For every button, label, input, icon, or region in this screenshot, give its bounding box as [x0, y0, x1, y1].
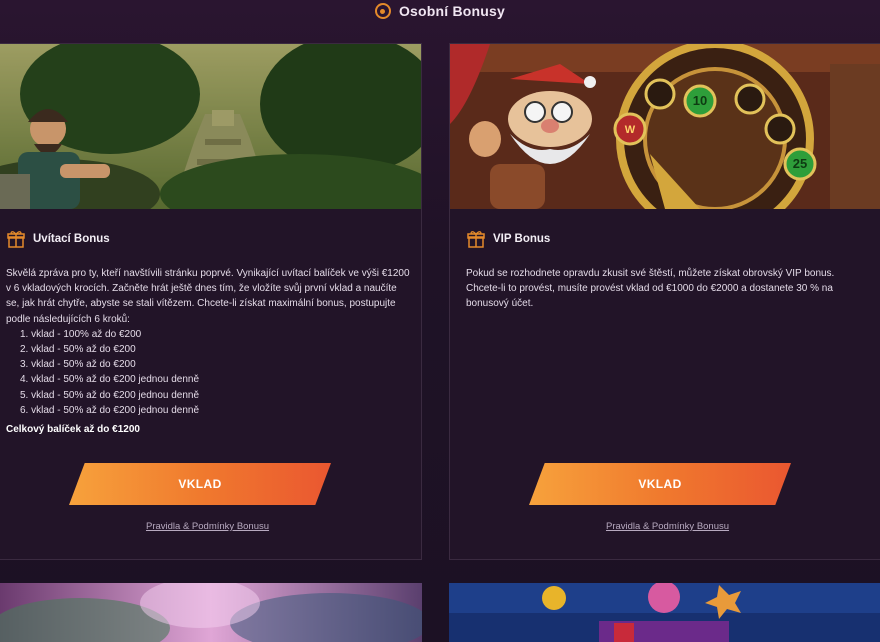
deposit-step: 5. vklad - 50% až do €200 jednou denně: [20, 389, 200, 401]
welcome-bonus-heading: Uvítací Bonus: [7, 230, 110, 248]
bonus-card-preview: [0, 583, 422, 642]
deposit-step: 3. vklad - 50% až do €200: [20, 359, 136, 371]
welcome-bonus-terms-link[interactable]: Pravidla & Podmínky Bonusu: [146, 521, 269, 532]
deposit-step: 1. vklad - 100% až do €200: [20, 328, 142, 340]
welcome-bonus-title: Uvítací Bonus: [33, 233, 110, 245]
welcome-bonus-total: Celkový balíček až do €1200: [6, 424, 140, 436]
vip-bonus-heading: VIP Bonus: [467, 230, 550, 248]
vip-bonus-deposit-button[interactable]: VKLAD: [529, 463, 791, 505]
deposit-step: 2. vklad - 50% až do €200: [20, 344, 136, 356]
vip-bonus-intro: Pokud se rozhodnete opravdu zkusit své š…: [466, 268, 835, 310]
gift-icon: [7, 231, 25, 248]
bonus-coin-icon: [374, 3, 391, 19]
deposit-step: 4. vklad - 50% až do €200 jednou denně: [20, 374, 200, 386]
gift-icon: [467, 231, 485, 248]
page-header: Osobní Bonusy: [0, 0, 880, 22]
page-title: Osobní Bonusy: [398, 3, 506, 19]
deposit-step: 6. vklad - 50% až do €200 jednou denně: [20, 404, 200, 416]
vip-bonus-card: 10 25 W VIP Bonus Pokud se rozhodnete op…: [449, 43, 880, 560]
welcome-bonus-banner-image: [0, 44, 421, 209]
welcome-bonus-description: Skvělá zpráva pro ty, kteří navštívili s…: [6, 266, 410, 437]
wheel-letter-label: W: [625, 124, 636, 136]
vip-bonus-title: VIP Bonus: [493, 233, 551, 245]
wheel-number-label: 25: [793, 156, 807, 171]
bonus-card-preview-image: [0, 583, 422, 642]
vip-bonus-banner-image: 10 25 W: [450, 44, 880, 209]
deposit-steps-list: 1. vklad - 100% až do €200 2. vklad - 50…: [6, 327, 410, 418]
welcome-bonus-card: Uvítací Bonus Skvělá zpráva pro ty, kteř…: [0, 43, 422, 560]
wheel-number-label: 10: [693, 93, 707, 108]
welcome-bonus-intro: Skvělá zpráva pro ty, kteří navštívili s…: [6, 268, 410, 325]
bonus-card-preview-image: [449, 583, 880, 642]
welcome-bonus-deposit-button[interactable]: VKLAD: [69, 463, 331, 505]
vip-bonus-description: Pokud se rozhodnete opravdu zkusit své š…: [466, 266, 870, 312]
vip-bonus-terms-link[interactable]: Pravidla & Podmínky Bonusu: [606, 521, 729, 532]
bonus-card-preview: [449, 583, 880, 642]
